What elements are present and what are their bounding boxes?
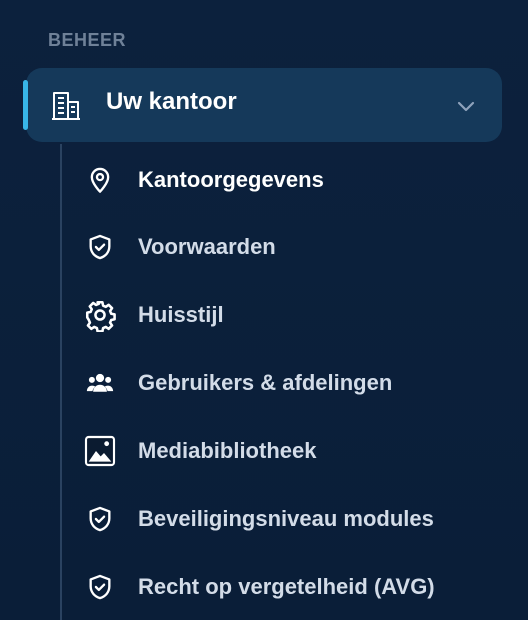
section-label: BEHEER	[48, 30, 127, 50]
shield-check-icon	[78, 497, 122, 541]
users-icon	[78, 361, 122, 405]
shield-check-icon	[78, 565, 122, 609]
active-indicator	[23, 80, 28, 130]
chevron-down-icon[interactable]	[454, 94, 478, 118]
menu-item-label: Voorwaarden	[138, 234, 276, 259]
menu-item-label: Recht op vergetelheid (AVG)	[138, 574, 435, 599]
menu-item-label: Mediabibliotheek	[138, 438, 317, 463]
menu-item-label: Gebruikers & afdelingen	[138, 370, 393, 395]
building-icon	[50, 90, 82, 122]
menu-item-label: Kantoorgegevens	[138, 167, 324, 192]
shield-check-icon	[78, 225, 122, 269]
menu-item-voorwaarden[interactable]: Voorwaarden	[78, 220, 498, 274]
tree-line	[60, 144, 62, 620]
menu-item-recht-op-vergetelheid[interactable]: Recht op vergetelheid (AVG)	[78, 560, 498, 614]
gear-icon	[78, 293, 122, 337]
menu-item-mediabibliotheek[interactable]: Mediabibliotheek	[78, 424, 498, 478]
menu-item-kantoorgegevens[interactable]: Kantoorgegevens	[78, 153, 498, 207]
menu-item-label: Huisstijl	[138, 302, 224, 327]
menu-item-beveiligingsniveau-modules[interactable]: Beveiligingsniveau modules	[78, 492, 498, 546]
menu-item-huisstijl[interactable]: Huisstijl	[78, 288, 498, 342]
group-header-uw-kantoor[interactable]: Uw kantoor	[23, 68, 502, 142]
menu-item-label: Beveiligingsniveau modules	[138, 506, 434, 531]
sidebar: BEHEER Uw kantoor Kantoorgegevens Voorwa…	[0, 0, 528, 620]
group-title: Uw kantoor	[106, 88, 237, 115]
location-pin-icon	[78, 158, 122, 202]
image-icon	[78, 429, 122, 473]
menu-item-gebruikers-afdelingen[interactable]: Gebruikers & afdelingen	[78, 356, 498, 410]
